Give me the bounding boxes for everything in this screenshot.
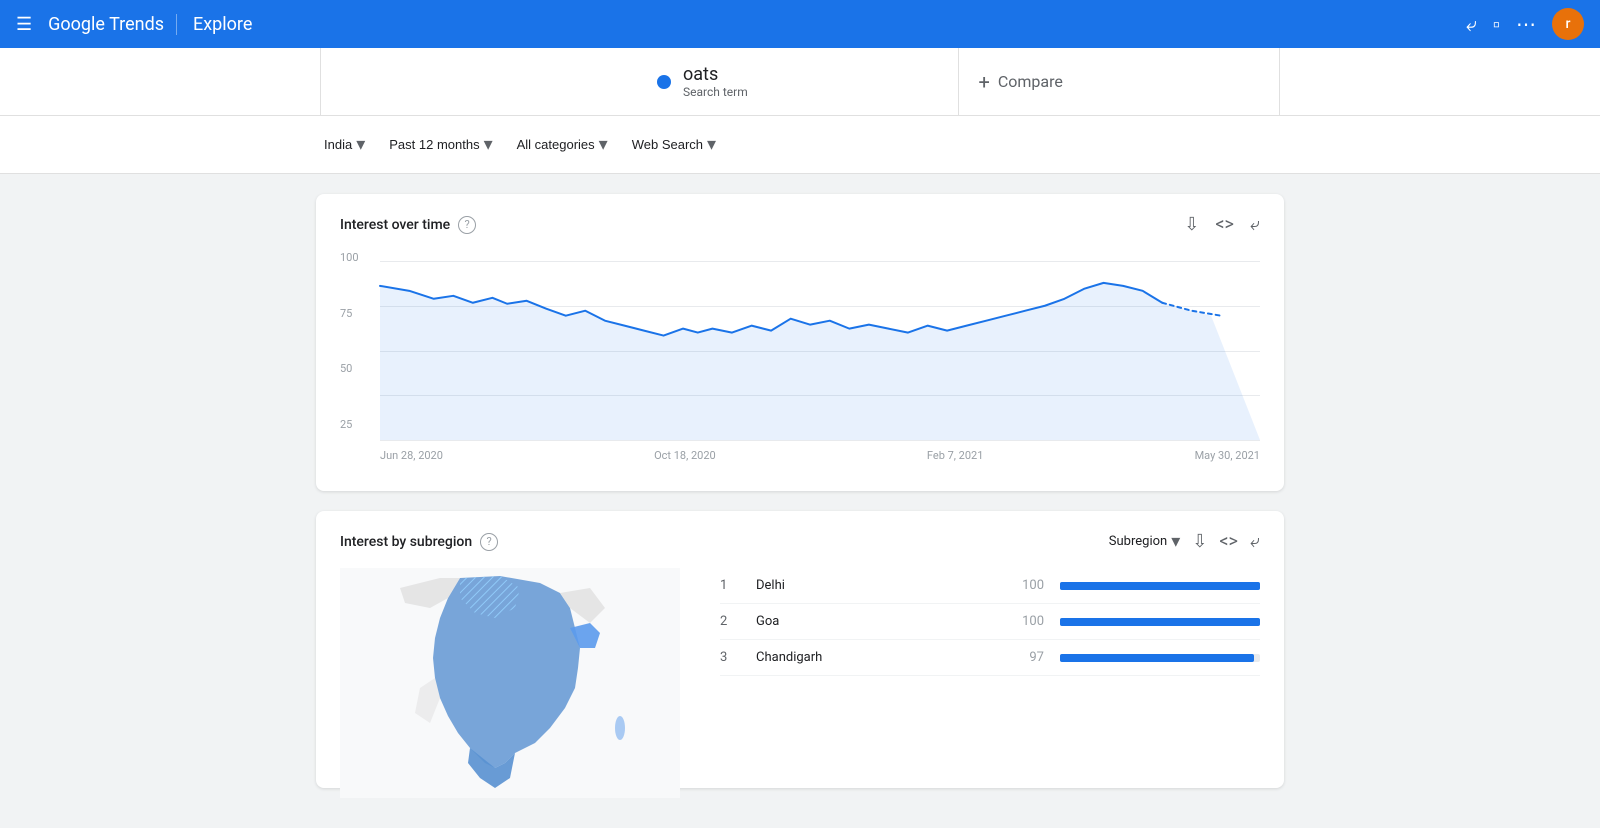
term-name: oats: [683, 64, 748, 85]
subregion-title-row: Interest by subregion ?: [340, 533, 498, 551]
compare-plus-icon: +: [979, 70, 990, 94]
embed-icon[interactable]: <>: [1215, 214, 1234, 235]
main-content: Interest over time ? ⇩ <> ⤶ 100 75 50 25: [0, 174, 1600, 828]
category-filter-arrow: ▾: [599, 134, 608, 155]
share-icon[interactable]: ⤶: [1466, 12, 1477, 36]
subregion-help-icon[interactable]: ?: [480, 533, 498, 551]
feedback-icon[interactable]: ▫: [1493, 12, 1500, 37]
subregion-header: Interest by subregion ? Subregion ▾ ⇩ <>…: [340, 531, 1260, 552]
rank-3-score: 97: [1014, 650, 1044, 665]
compare-label: Compare: [998, 72, 1063, 91]
search-type-filter-label: Web Search: [632, 137, 703, 152]
subregion-actions: Subregion ▾ ⇩ <> ⤶: [1109, 531, 1260, 552]
x-label-oct: Oct 18, 2020: [654, 449, 716, 462]
help-icon[interactable]: ?: [458, 216, 476, 234]
search-type-filter[interactable]: Web Search ▾: [624, 128, 724, 161]
subregion-embed-icon[interactable]: <>: [1219, 531, 1238, 552]
card-header: Interest over time ? ⇩ <> ⤶: [340, 214, 1260, 235]
subregion-body: 1 Delhi 100 2 Goa 100 3: [340, 568, 1260, 768]
interest-over-time-card: Interest over time ? ⇩ <> ⤶ 100 75 50 25: [316, 194, 1284, 491]
filters-section: India ▾ Past 12 months ▾ All categories …: [0, 116, 1600, 174]
rank-2-name: Goa: [756, 614, 998, 629]
time-filter-arrow: ▾: [484, 134, 493, 155]
search-term-box[interactable]: oats Search term: [637, 48, 959, 115]
ranking-item-1: 1 Delhi 100: [720, 568, 1260, 604]
map-svg: [340, 568, 680, 798]
subregion-filter-label: Subregion: [1109, 534, 1167, 549]
search-type-filter-arrow: ▾: [707, 134, 716, 155]
rank-1-num: 1: [720, 578, 740, 593]
y-label-50: 50: [340, 362, 359, 375]
y-label-75: 75: [340, 307, 359, 320]
rank-3-bar: [1060, 654, 1254, 662]
rank-2-num: 2: [720, 614, 740, 629]
x-label-feb: Feb 7, 2021: [927, 449, 984, 462]
rank-3-bar-container: [1060, 654, 1260, 662]
region-filter-arrow: ▾: [356, 134, 365, 155]
app-header: ☰ Google Trends Explore ⤶ ▫ ⋯ r: [0, 0, 1600, 48]
card-actions: ⇩ <> ⤶: [1184, 214, 1260, 235]
time-filter[interactable]: Past 12 months ▾: [381, 128, 500, 161]
rank-1-score: 100: [1014, 578, 1044, 593]
download-icon[interactable]: ⇩: [1184, 214, 1199, 235]
rank-1-name: Delhi: [756, 578, 998, 593]
card-title-row: Interest over time ?: [340, 216, 476, 234]
subregion-share-icon[interactable]: ⤶: [1250, 531, 1260, 552]
term-type: Search term: [683, 85, 748, 99]
subregion-filter-arrow: ▾: [1171, 531, 1180, 552]
line-chart-svg: [380, 261, 1260, 440]
chart-container: 100 75 50 25: [340, 251, 1260, 471]
search-section: oats Search term + Compare: [0, 48, 1600, 116]
avatar[interactable]: r: [1552, 8, 1584, 40]
rank-3-num: 3: [720, 650, 740, 665]
rank-1-bar: [1060, 582, 1260, 590]
x-label-jun: Jun 28, 2020: [380, 449, 443, 462]
rank-1-bar-container: [1060, 582, 1260, 590]
rankings-list: 1 Delhi 100 2 Goa 100 3: [720, 568, 1260, 676]
chart-x-labels: Jun 28, 2020 Oct 18, 2020 Feb 7, 2021 Ma…: [380, 441, 1260, 462]
x-label-may: May 30, 2021: [1195, 449, 1260, 462]
brand: Google Trends Explore: [48, 14, 252, 35]
apps-icon[interactable]: ⋯: [1516, 12, 1536, 36]
category-filter[interactable]: All categories ▾: [509, 128, 616, 161]
time-filter-label: Past 12 months: [389, 137, 479, 152]
chart-y-labels: 100 75 50 25: [340, 251, 359, 431]
interest-over-time-title: Interest over time: [340, 217, 450, 233]
region-filter[interactable]: India ▾: [316, 128, 373, 161]
category-filter-label: All categories: [517, 137, 595, 152]
chart-area: [380, 261, 1260, 441]
rank-2-bar-container: [1060, 618, 1260, 626]
rank-2-bar: [1060, 618, 1260, 626]
brand-explore: Explore: [176, 14, 252, 35]
subregion-filter-dropdown[interactable]: Subregion ▾: [1109, 531, 1180, 552]
y-label-25: 25: [340, 418, 359, 431]
subregion-download-icon[interactable]: ⇩: [1192, 531, 1207, 552]
subregion-title: Interest by subregion: [340, 534, 472, 550]
india-map: [340, 568, 680, 768]
ranking-item-3: 3 Chandigarh 97: [720, 640, 1260, 676]
y-label-100: 100: [340, 251, 359, 264]
rank-3-name: Chandigarh: [756, 650, 998, 665]
interest-by-subregion-card: Interest by subregion ? Subregion ▾ ⇩ <>…: [316, 511, 1284, 788]
menu-icon[interactable]: ☰: [16, 14, 32, 35]
compare-box[interactable]: + Compare: [959, 48, 1280, 115]
term-info: oats Search term: [683, 64, 748, 99]
brand-logo: Google Trends: [48, 14, 164, 35]
ranking-item-2: 2 Goa 100: [720, 604, 1260, 640]
share-chart-icon[interactable]: ⤶: [1250, 214, 1260, 235]
term-dot: [657, 75, 671, 89]
rank-2-score: 100: [1014, 614, 1044, 629]
region-filter-label: India: [324, 137, 352, 152]
